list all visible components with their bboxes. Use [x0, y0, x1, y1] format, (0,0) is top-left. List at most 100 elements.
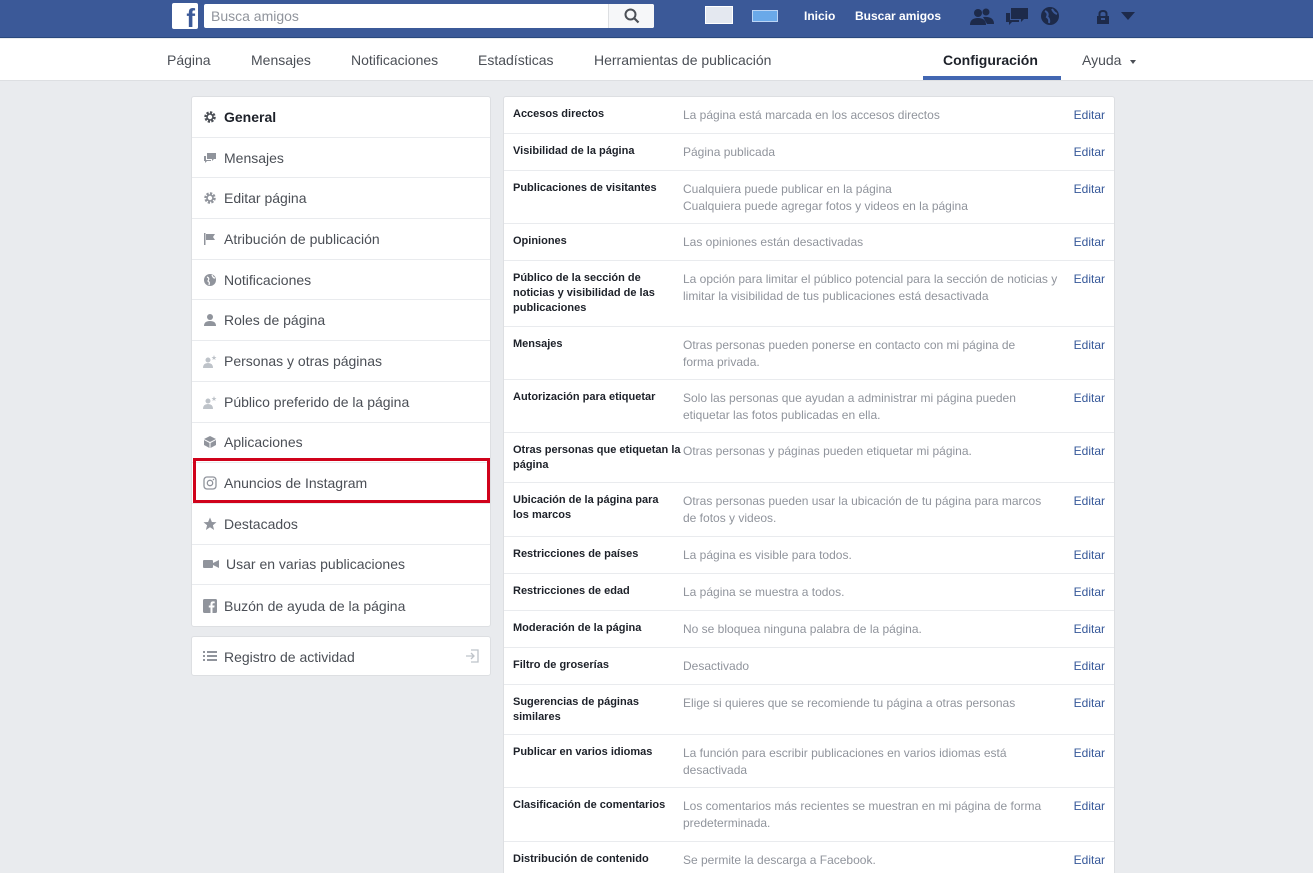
export-icon[interactable] [465, 649, 479, 663]
profile-thumbnail-icon[interactable] [752, 10, 778, 22]
edit-link[interactable]: Editar [1074, 144, 1105, 160]
sidebar-item-destacados[interactable]: Destacados [192, 504, 490, 545]
sidebar-item-label: Destacados [224, 515, 298, 532]
sidebar-item-label: Público preferido de la página [224, 393, 410, 410]
setting-label: Autorización para etiquetar [513, 391, 656, 403]
page-thumbnail-icon[interactable] [705, 6, 733, 24]
edit-link[interactable]: Editar [1074, 695, 1105, 711]
sidebar-item-aplicaciones[interactable]: Aplicaciones [192, 423, 490, 464]
settings-row: Accesos directos La página está marcada … [504, 97, 1114, 134]
search-button[interactable] [608, 4, 654, 28]
tab-estadisticas[interactable]: Estadísticas [478, 52, 553, 68]
edit-link[interactable]: Editar [1074, 547, 1105, 563]
setting-value: La opción para limitar el público potenc… [683, 272, 1058, 303]
settings-row: Clasificación de comentarios Los comenta… [504, 788, 1114, 842]
search-icon [624, 8, 639, 24]
edit-link[interactable]: Editar [1074, 745, 1105, 761]
tab-mensajes[interactable]: Mensajes [251, 52, 311, 68]
person-star-icon [203, 395, 217, 409]
setting-value: Se permite la descarga a Facebook. [683, 853, 876, 867]
edit-link[interactable]: Editar [1074, 337, 1105, 353]
sidebar-item-personas[interactable]: Personas y otras páginas [192, 341, 490, 382]
flag-icon [204, 232, 215, 245]
gear-icon [204, 111, 216, 123]
edit-link[interactable]: Editar [1074, 271, 1105, 287]
settings-row: Filtro de groserías Desactivado Editar [504, 648, 1114, 685]
sidebar-item-editar-pagina[interactable]: Editar página [192, 178, 490, 220]
settings-row: Otras personas que etiquetan la página O… [504, 433, 1114, 483]
sidebar-item-label: Editar página [224, 190, 307, 207]
edit-link[interactable]: Editar [1074, 658, 1105, 674]
search-box [204, 4, 654, 28]
home-link[interactable]: Inicio [804, 9, 835, 23]
tab-configuracion[interactable]: Configuración [943, 52, 1038, 68]
tab-ayuda[interactable]: Ayuda [1082, 52, 1121, 68]
find-friends-link[interactable]: Buscar amigos [855, 9, 941, 23]
person-star-icon [203, 354, 217, 368]
setting-label: Restricciones de países [513, 548, 639, 560]
setting-label: Otras personas que etiquetan la página [513, 444, 681, 471]
edit-link[interactable]: Editar [1074, 584, 1105, 600]
edit-link[interactable]: Editar [1074, 852, 1105, 868]
setting-value: Los comentarios más recientes se muestra… [683, 799, 1042, 830]
setting-value: Página publicada [683, 145, 776, 159]
setting-value: Otras personas y páginas pueden etiqueta… [683, 444, 972, 458]
tab-pagina[interactable]: Página [167, 52, 211, 68]
instagram-icon [203, 476, 217, 490]
settings-row: Opiniones Las opiniones están desactivad… [504, 224, 1114, 261]
messages-icon [204, 152, 216, 163]
account-menu-caret-icon[interactable] [1121, 12, 1135, 20]
sidebar-item-roles[interactable]: Roles de página [192, 300, 490, 342]
settings-row: Publicar en varios idiomas La función pa… [504, 735, 1114, 788]
activity-log-box[interactable]: Registro de actividad [191, 636, 491, 676]
sidebar-item-varias-publicaciones[interactable]: Usar en varias publicaciones [192, 545, 490, 586]
general-settings-table: Accesos directos La página está marcada … [503, 96, 1115, 873]
facebook-square-icon [203, 598, 217, 613]
settings-row: Distribución de contenido Se permite la … [504, 842, 1114, 873]
notifications-globe-icon[interactable] [1040, 6, 1060, 26]
messages-icon[interactable] [1005, 7, 1029, 27]
sidebar-item-general[interactable]: General [192, 97, 490, 138]
active-tab-indicator [923, 76, 1061, 80]
setting-label: Accesos directos [513, 108, 605, 120]
settings-row: Ubicación de la página para los marcos O… [504, 483, 1114, 537]
privacy-lock-icon[interactable] [1096, 10, 1110, 24]
settings-row: Sugerencias de páginas similares Elige s… [504, 685, 1114, 735]
edit-link[interactable]: Editar [1074, 798, 1105, 814]
settings-row: Publicaciones de visitantes Cualquiera p… [504, 171, 1114, 224]
sidebar-item-label: General [224, 108, 277, 125]
sidebar-item-publico[interactable]: Público preferido de la página [192, 382, 490, 423]
sidebar-item-label: Personas y otras páginas [224, 352, 382, 369]
friend-requests-icon[interactable] [970, 8, 994, 26]
sidebar-item-notificaciones[interactable]: Notificaciones [192, 260, 490, 301]
edit-link[interactable]: Editar [1074, 621, 1105, 637]
tab-herramientas[interactable]: Herramientas de publicación [594, 52, 771, 68]
edit-link[interactable]: Editar [1074, 390, 1105, 406]
setting-value: No se bloquea ninguna palabra de la pági… [683, 622, 922, 636]
edit-link[interactable]: Editar [1074, 493, 1105, 509]
setting-label: Clasificación de comentarios [513, 799, 666, 811]
sidebar-item-label: Mensajes [224, 149, 284, 166]
sidebar-item-label: Atribución de publicación [224, 230, 380, 247]
setting-value: Cualquiera puede publicar en la página C… [683, 182, 968, 213]
sidebar-item-instagram[interactable]: Anuncios de Instagram [192, 463, 490, 504]
chevron-down-icon[interactable] [1130, 60, 1136, 64]
edit-link[interactable]: Editar [1074, 107, 1105, 123]
top-bar: f Inicio Buscar amigos [0, 0, 1313, 38]
facebook-logo-icon[interactable]: f [172, 3, 198, 31]
sidebar-item-atribucion[interactable]: Atribución de publicación [192, 219, 490, 260]
setting-value: Desactivado [683, 659, 750, 673]
tab-notificaciones[interactable]: Notificaciones [351, 52, 438, 68]
search-input[interactable] [204, 4, 608, 28]
setting-label: Opiniones [513, 235, 567, 247]
sidebar-item-mensajes[interactable]: Mensajes [192, 138, 490, 179]
edit-link[interactable]: Editar [1074, 443, 1105, 459]
edit-link[interactable]: Editar [1074, 181, 1105, 197]
sidebar-item-buzon[interactable]: Buzón de ayuda de la página [192, 585, 490, 626]
setting-value: Otras personas pueden ponerse en contact… [683, 338, 1016, 369]
sidebar-item-label: Anuncios de Instagram [224, 475, 368, 492]
edit-link[interactable]: Editar [1074, 234, 1105, 250]
setting-label: Visibilidad de la página [513, 145, 635, 157]
settings-row: Visibilidad de la página Página publicad… [504, 134, 1114, 171]
globe-icon [204, 273, 216, 286]
